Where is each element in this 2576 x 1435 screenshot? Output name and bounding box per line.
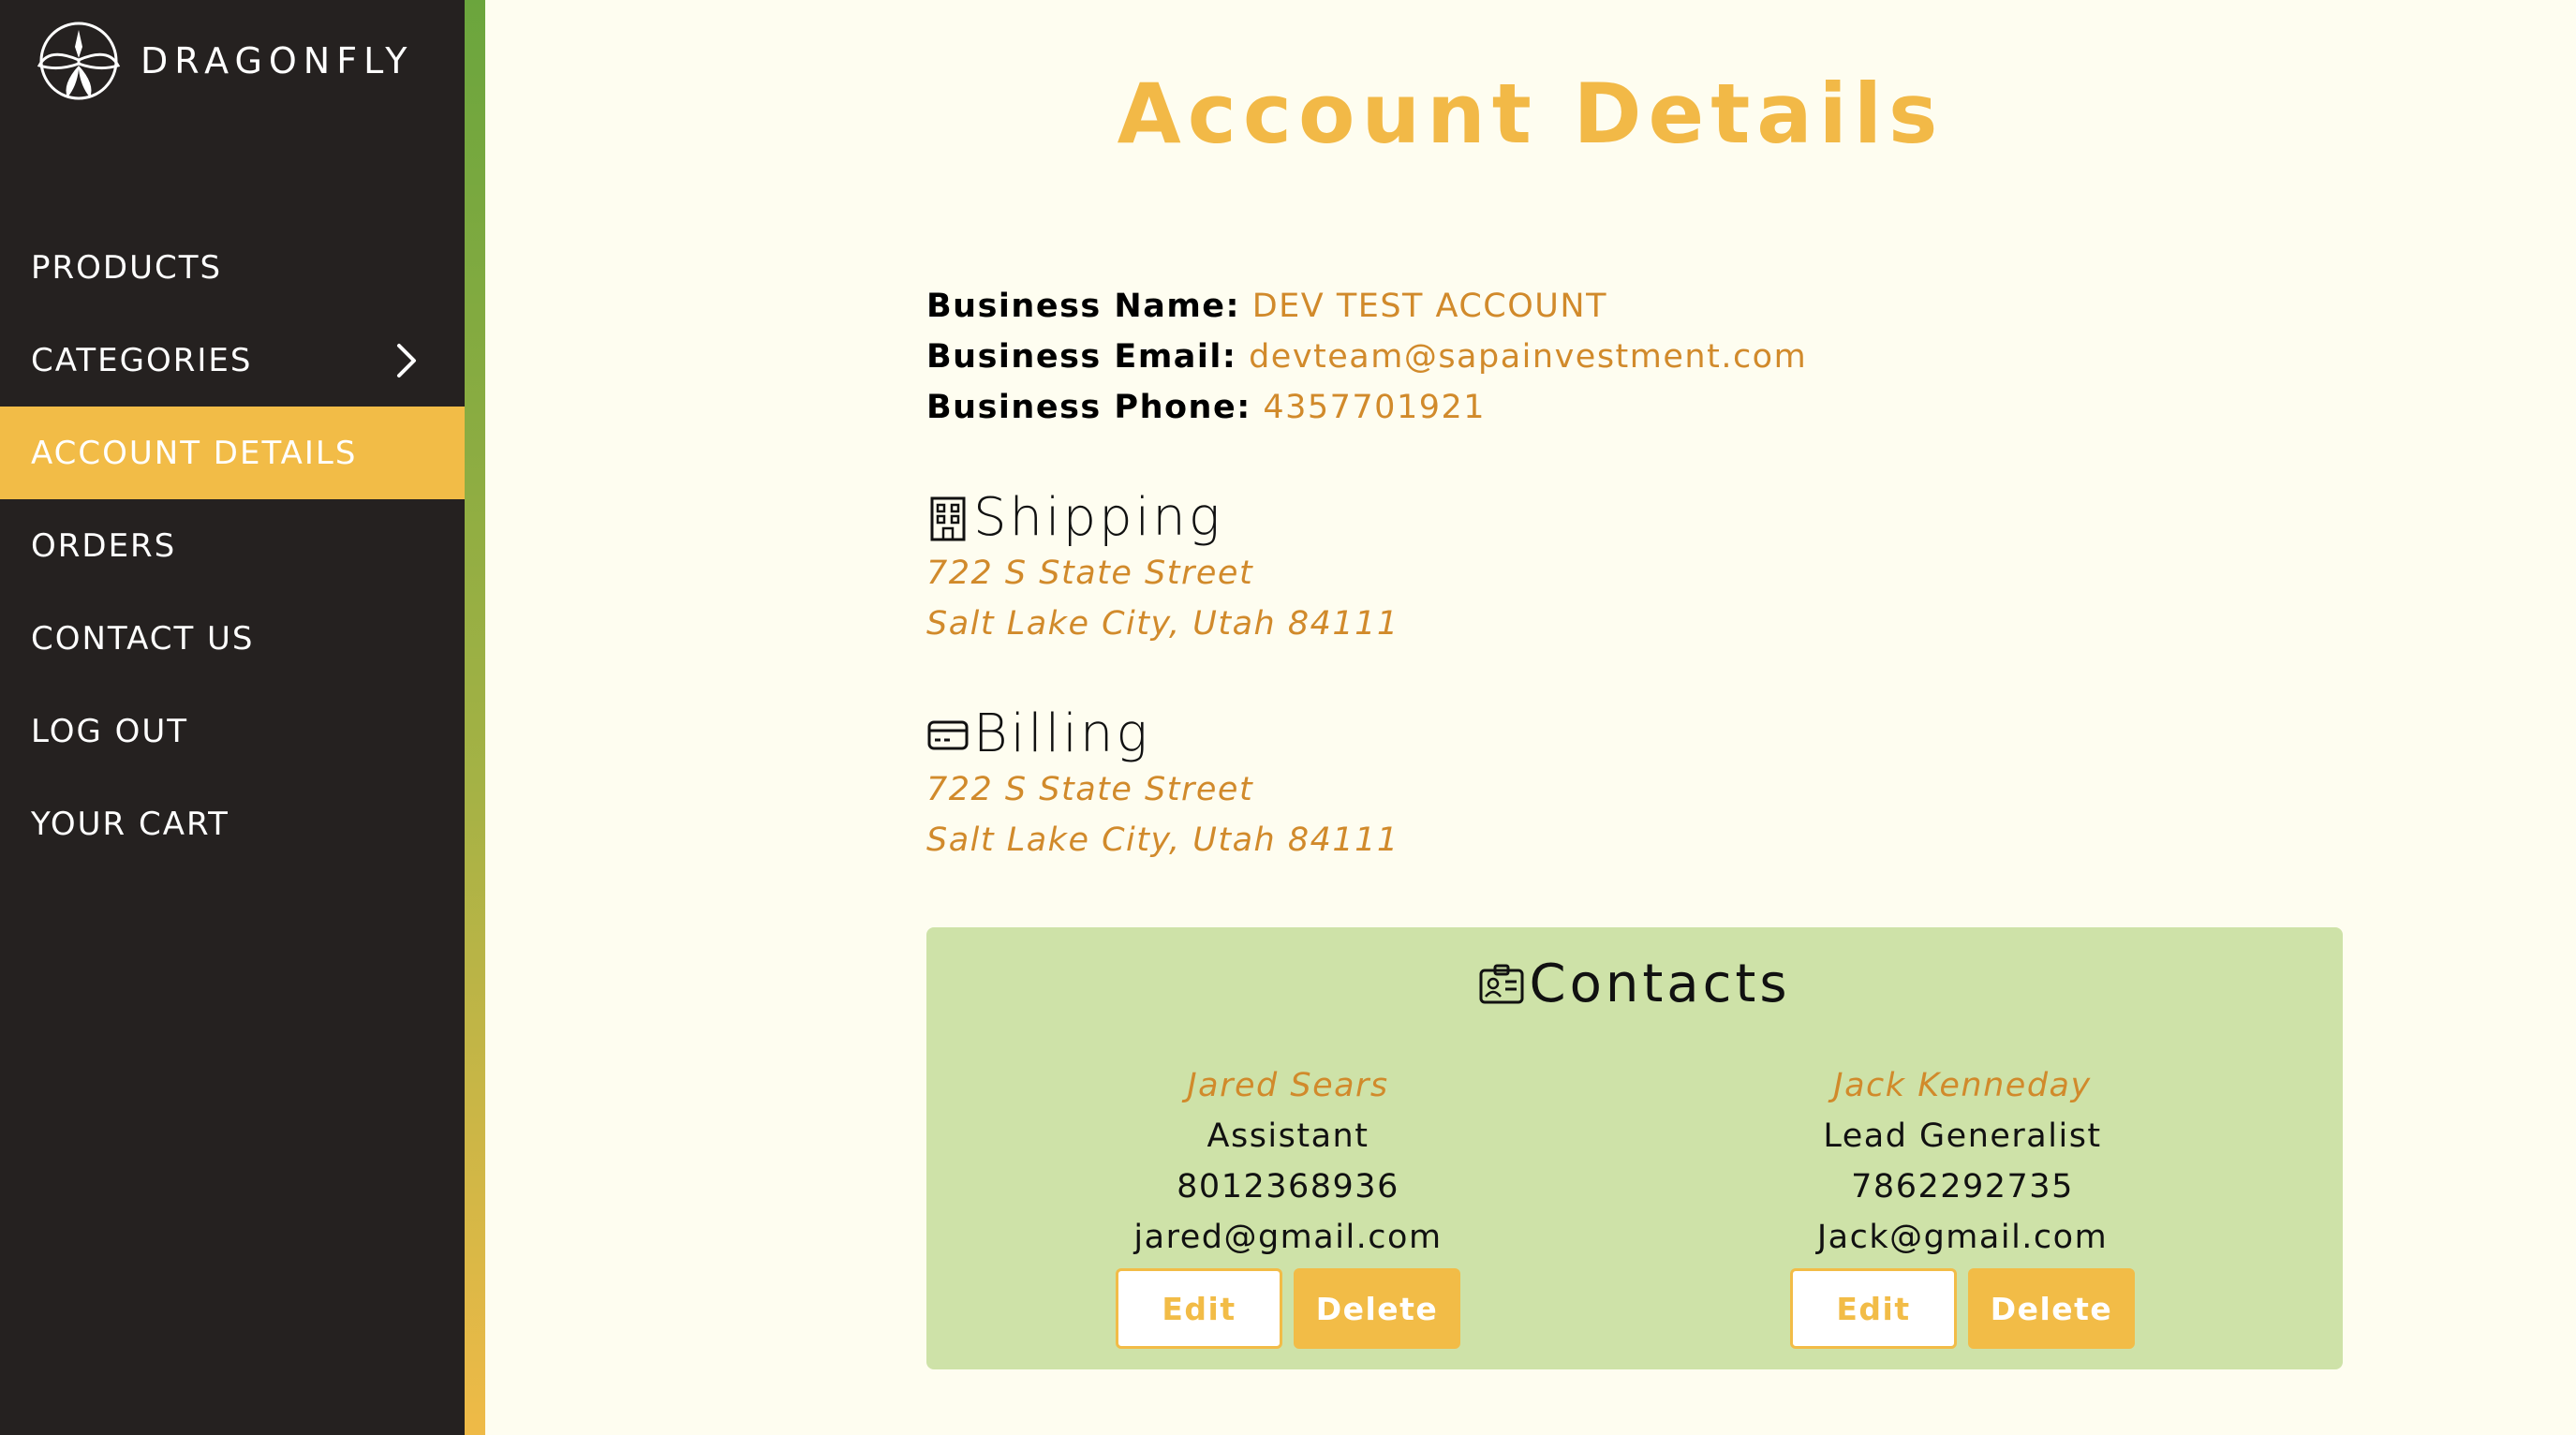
sidebar-item-orders[interactable]: ORDERS <box>0 499 465 592</box>
sidebar-item-label: LOG OUT <box>31 712 189 750</box>
sidebar-item-label: CATEGORIES <box>31 341 253 379</box>
sidebar-item-label: ORDERS <box>31 526 177 565</box>
account-info: Business Name: DEV TEST ACCOUNT Business… <box>926 281 2343 865</box>
sidebar-item-log-out[interactable]: LOG OUT <box>0 685 465 777</box>
delete-contact-button[interactable]: Delete <box>1968 1268 2135 1349</box>
sidebar-item-categories[interactable]: CATEGORIES <box>0 314 465 407</box>
contact-name: Jared Sears <box>1187 1067 1389 1104</box>
billing-heading-text: Billing <box>973 703 1150 764</box>
contact-title: Lead Generalist <box>1823 1117 2102 1155</box>
delete-contact-button[interactable]: Delete <box>1294 1268 1460 1349</box>
sidebar-item-products[interactable]: PRODUCTS <box>0 221 465 314</box>
business-email-row: Business Email: devteam@sapainvestment.c… <box>926 332 2343 382</box>
business-phone-row: Business Phone: 4357701921 <box>926 382 2343 433</box>
contact-actions: Edit Delete <box>1700 1268 2225 1349</box>
edit-contact-button[interactable]: Edit <box>1116 1268 1282 1349</box>
contact-card: Jack Kenneday Lead Generalist 7862292735… <box>1700 1060 2225 1349</box>
brand-name: DRAGONFLY <box>141 40 414 81</box>
contact-phone: 8012368936 <box>1177 1168 1399 1206</box>
contact-card: Jared Sears Assistant 8012368936 jared@g… <box>1026 1060 1550 1349</box>
contact-actions: Edit Delete <box>1026 1268 1550 1349</box>
sidebar-item-your-cart[interactable]: YOUR CART <box>0 777 465 870</box>
brand-logo[interactable]: DRAGONFLY <box>30 19 413 103</box>
shipping-address-line1: 722 S State Street <box>926 555 1254 592</box>
contacts-heading: Contacts <box>926 954 2343 1014</box>
contacts-panel: Contacts Jared Sears Assistant 801236893… <box>926 927 2343 1369</box>
contact-phone: 7862292735 <box>1851 1168 2074 1206</box>
sidebar: DRAGONFLY PRODUCTS CATEGORIES ACCOUNT DE… <box>0 0 465 1435</box>
shipping-heading: Shipping <box>926 487 2343 548</box>
shipping-heading-text: Shipping <box>973 487 1223 548</box>
building-icon <box>930 496 966 540</box>
sidebar-item-label: CONTACT US <box>31 619 255 658</box>
billing-heading: Billing <box>926 703 2343 764</box>
sidebar-accent-strip <box>465 0 485 1435</box>
contacts-heading-text: Contacts <box>1529 954 1791 1014</box>
business-name-row: Business Name: DEV TEST ACCOUNT <box>926 281 2343 332</box>
sidebar-item-account-details[interactable]: ACCOUNT DETAILS <box>0 407 465 499</box>
sidebar-nav: PRODUCTS CATEGORIES ACCOUNT DETAILS ORDE… <box>0 221 465 870</box>
dragonfly-logo-icon <box>37 22 121 100</box>
page-title: Account Details <box>1117 66 1945 162</box>
sidebar-item-label: PRODUCTS <box>31 248 223 287</box>
billing-address-line1: 722 S State Street <box>926 771 1254 808</box>
edit-contact-button[interactable]: Edit <box>1790 1268 1957 1349</box>
sidebar-item-label: YOUR CART <box>31 805 229 843</box>
sidebar-item-contact-us[interactable]: CONTACT US <box>0 592 465 685</box>
chevron-right-icon <box>397 343 416 377</box>
contact-title: Assistant <box>1207 1117 1369 1155</box>
business-phone-label: Business Phone: <box>926 389 1251 426</box>
business-name-value: DEV TEST ACCOUNT <box>1251 288 1607 325</box>
business-name-label: Business Name: <box>926 288 1241 325</box>
business-email-value[interactable]: devteam@sapainvestment.com <box>1249 338 1807 376</box>
contact-name: Jack Kenneday <box>1833 1067 2092 1104</box>
shipping-address-line2: Salt Lake City, Utah 84111 <box>926 605 1399 643</box>
business-email-label: Business Email: <box>926 338 1237 376</box>
contact-email: Jack@gmail.com <box>1816 1219 2109 1256</box>
credit-card-icon <box>927 720 969 749</box>
business-phone-value[interactable]: 4357701921 <box>1263 389 1486 426</box>
id-card-icon <box>1479 964 1524 1003</box>
contact-email: jared@gmail.com <box>1133 1219 1443 1256</box>
billing-address-line2: Salt Lake City, Utah 84111 <box>926 821 1399 859</box>
sidebar-item-label: ACCOUNT DETAILS <box>31 434 358 472</box>
